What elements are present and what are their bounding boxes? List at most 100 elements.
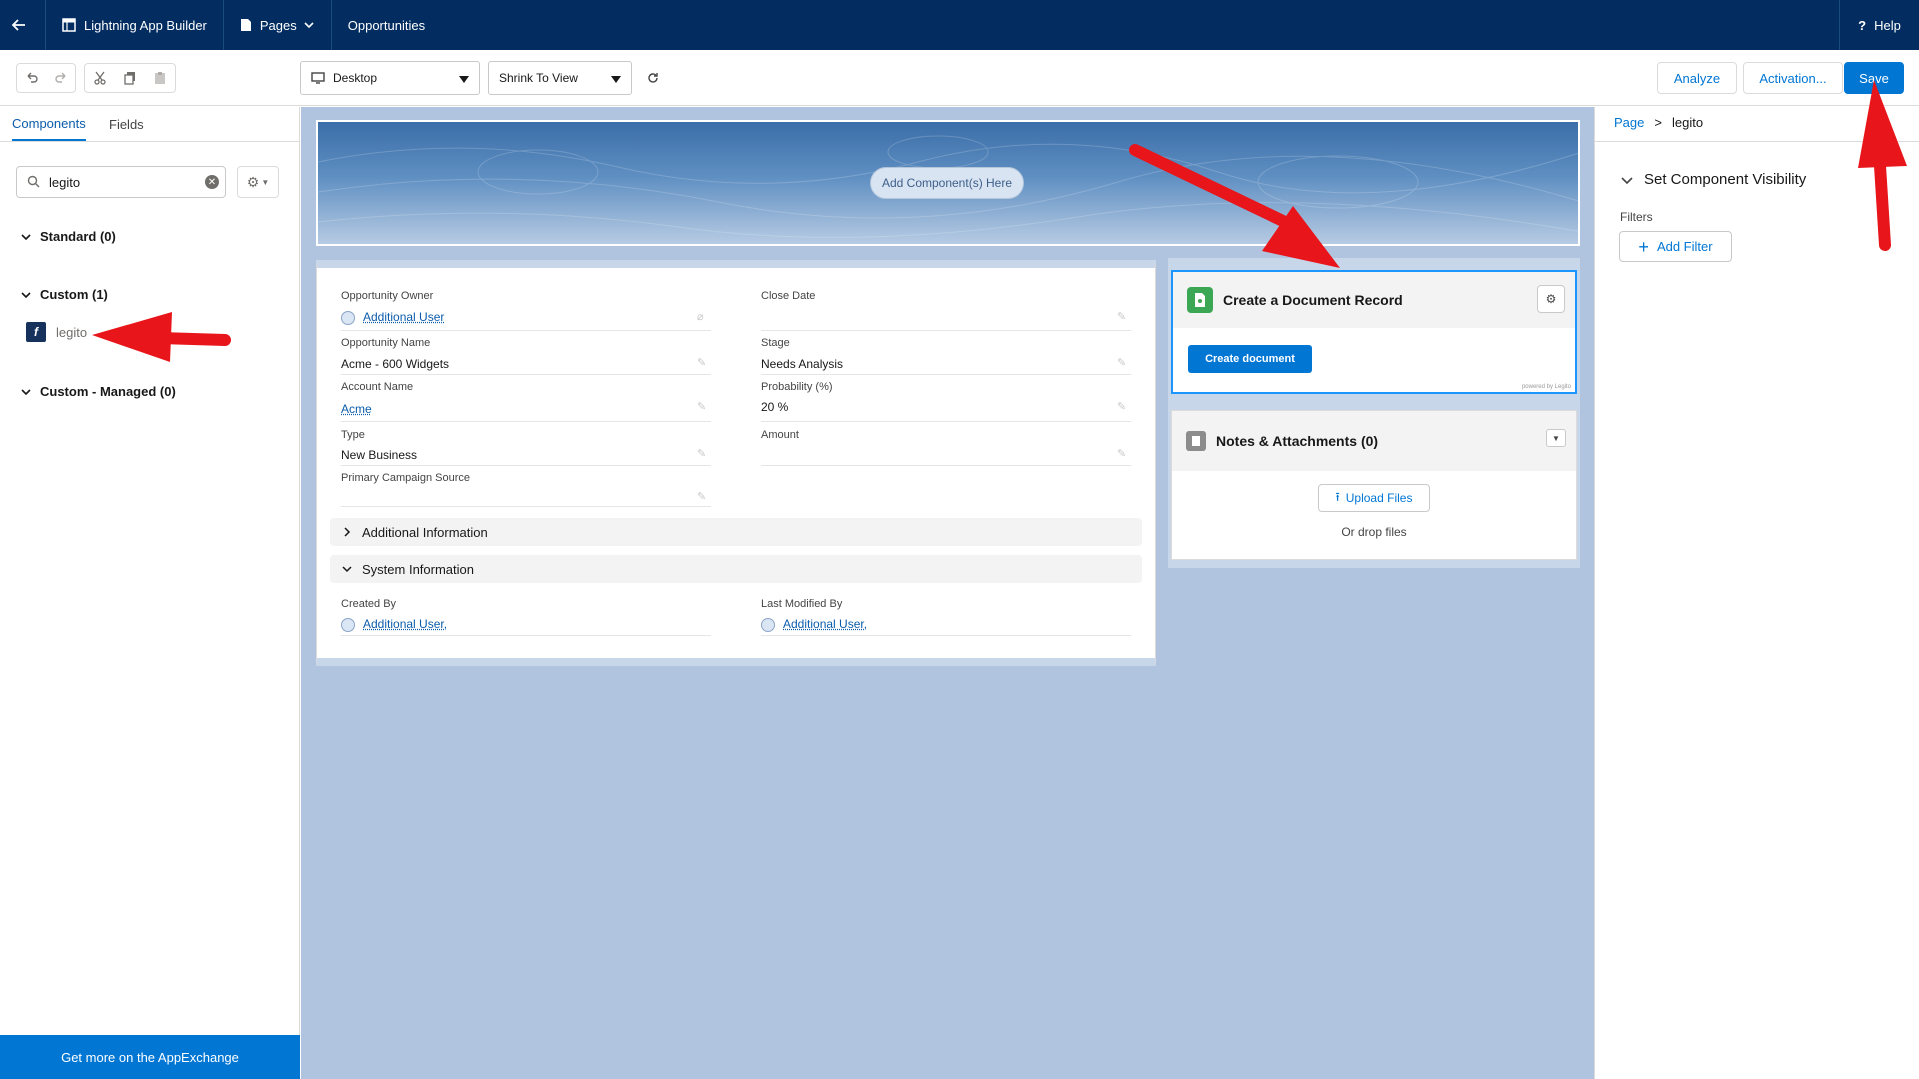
powered-by-legito: powered by Legito [1521, 384, 1571, 390]
modified-by-value: Additional User, [761, 617, 867, 632]
appexchange-link[interactable]: Get more on the AppExchange [0, 1035, 300, 1079]
app-header: Lightning App Builder Pages Opportunitie… [0, 0, 1919, 50]
components-panel: Components Fields legito ✕ ⚙ ▼ Standard (… [0, 107, 300, 1079]
clear-search-icon[interactable]: ✕ [205, 175, 219, 189]
divider [1595, 141, 1919, 142]
pencil-icon[interactable]: ✎ [697, 356, 706, 369]
created-by-value: Additional User, [341, 617, 447, 632]
field-label: Type [341, 429, 365, 441]
field-label: Created By [341, 598, 397, 610]
refresh-icon [648, 73, 658, 83]
component-search-input[interactable]: legito [16, 166, 226, 198]
section-label: System Information [362, 561, 474, 577]
zoom-select[interactable]: Shrink To View [488, 61, 632, 95]
form-factor-select[interactable]: Desktop [300, 61, 480, 95]
pages-menu[interactable]: Pages [224, 0, 332, 50]
back-button[interactable] [0, 0, 46, 50]
copy-button[interactable] [115, 63, 145, 93]
lightning-icon: f [26, 322, 46, 342]
section-additional-information[interactable]: Additional Information [330, 518, 1142, 546]
owner-link[interactable]: Additional User [363, 310, 444, 324]
chevron-down-icon [304, 22, 314, 29]
pencil-icon[interactable]: ✎ [1117, 356, 1126, 369]
visibility-title: Set Component Visibility [1644, 171, 1807, 188]
help-button[interactable]: ? Help [1839, 0, 1919, 50]
drop-files-text: Or drop files [1341, 525, 1407, 539]
create-document-button[interactable]: Create document [1188, 345, 1312, 373]
app-builder-label: Lightning App Builder [84, 17, 207, 33]
legito-document-card[interactable]: Create a Document Record ⚙ Create docume… [1171, 270, 1577, 394]
section-label: Additional Information [362, 524, 488, 540]
divider [341, 635, 711, 636]
activation-button[interactable]: Activation... [1743, 62, 1843, 94]
attachment-icon [1186, 431, 1206, 451]
app-builder-title[interactable]: Lightning App Builder [46, 0, 224, 50]
chevron-down-icon[interactable]: ▼ [1546, 429, 1566, 447]
field-label: Close Date [761, 290, 816, 302]
notes-attachments-card[interactable]: Notes & Attachments (0) ▼ ⭱ Upload Files… [1171, 410, 1577, 560]
tab-divider [0, 141, 299, 142]
add-filter-button[interactable]: + Add Filter [1619, 231, 1732, 262]
chevron-down-icon [21, 233, 31, 240]
copy-icon [124, 72, 135, 85]
divider [341, 506, 711, 507]
search-value: legito [49, 174, 81, 190]
save-button[interactable]: Save [1844, 62, 1904, 94]
created-by-link[interactable]: Additional User, [363, 617, 447, 631]
field-label: Probability (%) [761, 381, 833, 393]
redo-button[interactable] [46, 63, 76, 93]
pencil-icon[interactable]: ✎ [1117, 310, 1126, 323]
modified-by-link[interactable]: Additional User, [783, 617, 867, 631]
group-standard[interactable]: Standard (0) [20, 229, 116, 244]
field-value: 20 % [761, 400, 789, 414]
pencil-icon[interactable]: ✎ [697, 400, 706, 413]
upload-files-button[interactable]: ⭱ Upload Files [1318, 484, 1430, 512]
gear-icon[interactable]: ⚙ [1537, 285, 1565, 313]
tab-components[interactable]: Components [12, 107, 86, 141]
field-label: Opportunity Name [341, 337, 431, 349]
settings-menu-button[interactable]: ⚙ ▼ [237, 166, 279, 198]
component-item-legito[interactable]: f legito [26, 322, 87, 342]
toolbar: Desktop Shrink To View Analyze Activatio… [0, 50, 1919, 106]
redo-icon [55, 72, 66, 83]
table-icon [62, 18, 76, 32]
analyze-button[interactable]: Analyze [1657, 62, 1737, 94]
pencil-icon[interactable]: ✎ [697, 490, 706, 503]
undo-icon [27, 72, 38, 83]
page-icon [240, 19, 251, 31]
visibility-section-toggle[interactable]: Set Component Visibility [1620, 171, 1806, 188]
chevron-down-icon [21, 388, 31, 395]
section-system-information[interactable]: System Information [330, 555, 1142, 583]
divider [341, 330, 711, 331]
caret-down-icon [459, 76, 469, 83]
card-header: Create a Document Record ⚙ [1173, 272, 1575, 328]
breadcrumb-page[interactable]: Page [1614, 115, 1644, 130]
scissors-icon [94, 71, 106, 85]
group-custom-managed[interactable]: Custom - Managed (0) [20, 384, 176, 399]
group-custom-managed-label: Custom - Managed (0) [40, 384, 176, 399]
form-factor-value: Desktop [333, 71, 378, 85]
pencil-icon[interactable]: ✎ [1117, 447, 1126, 460]
tab-fields[interactable]: Fields [109, 107, 144, 141]
pages-label: Pages [259, 17, 297, 33]
divider [761, 421, 1131, 422]
chevron-down-icon [1621, 176, 1633, 184]
card-title: Create a Document Record [1223, 292, 1403, 308]
paste-button[interactable] [145, 63, 175, 93]
chevron-right-icon [344, 527, 351, 537]
chevron-down-icon [342, 566, 352, 573]
group-custom[interactable]: Custom (1) [20, 287, 108, 302]
add-component-button[interactable]: Add Component(s) Here [870, 167, 1024, 199]
plus-icon: + [1638, 236, 1649, 257]
cut-button[interactable] [85, 63, 115, 93]
pencil-icon[interactable]: ✎ [1117, 400, 1126, 413]
refresh-button[interactable] [638, 63, 668, 93]
properties-panel: Page > legito Set Component Visibility F… [1594, 107, 1919, 1079]
divider [341, 465, 711, 466]
account-link[interactable]: Acme [341, 402, 372, 416]
undo-button[interactable] [17, 63, 47, 93]
zoom-value: Shrink To View [499, 71, 578, 85]
divider [761, 635, 1131, 636]
gear-icon: ⚙ [246, 173, 260, 190]
pencil-icon[interactable]: ✎ [697, 447, 706, 460]
